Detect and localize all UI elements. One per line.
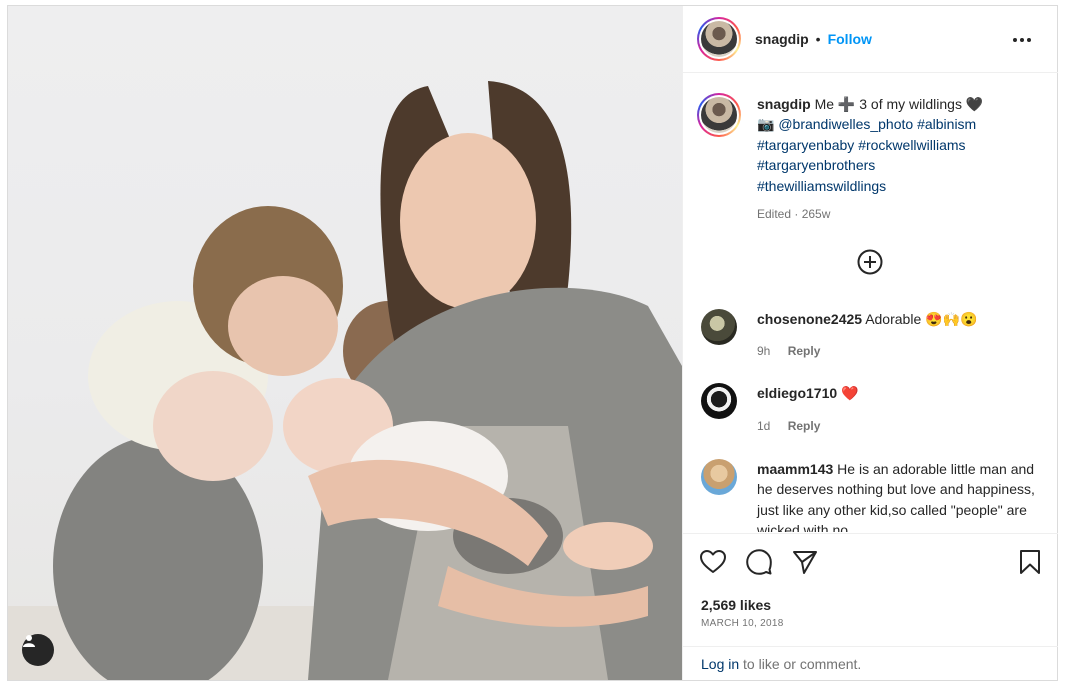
post-side-panel: snagdip • Follow snagdip Me ➕ 3 of my wi… — [682, 6, 1058, 680]
post-modal: snagdip • Follow snagdip Me ➕ 3 of my wi… — [7, 5, 1058, 681]
login-prompt: Log in to like or comment. — [683, 646, 1058, 681]
commenter-username[interactable]: maamm143 — [757, 461, 833, 477]
header-separator: • — [815, 31, 821, 47]
tagged-users-button[interactable] — [22, 634, 54, 666]
comment-item: maamm143 He is an adorable little man an… — [701, 459, 1041, 532]
more-options-icon[interactable] — [1013, 30, 1037, 50]
comment-meta: 9h Reply — [757, 344, 820, 358]
plus-emoji: ➕ — [837, 96, 856, 112]
user-tag-icon — [23, 635, 35, 647]
comments-section[interactable]: snagdip Me ➕ 3 of my wildlings 🖤 📷 @bran… — [683, 74, 1058, 532]
commenter-avatar[interactable] — [701, 309, 737, 345]
family-photo-illustration — [8, 81, 682, 680]
comment-item: eldiego1710 ❤️ 1d Reply — [701, 383, 1041, 443]
caption-meta: Edited · 265w — [757, 207, 831, 222]
comment-text: Adorable — [865, 311, 922, 327]
commenter-avatar[interactable] — [701, 459, 737, 495]
comment-emojis: 😍🙌😮 — [925, 311, 978, 327]
photographer-mention[interactable]: @brandiwelles_photo — [778, 116, 913, 132]
commenter-avatar[interactable] — [701, 383, 737, 419]
login-link[interactable]: Log in — [701, 656, 739, 672]
post-date: MARCH 10, 2018 — [701, 618, 784, 629]
comment-body: eldiego1710 ❤️ — [757, 383, 1041, 403]
likes-count[interactable]: 2,569 likes — [701, 597, 771, 613]
post-header: snagdip • Follow — [683, 6, 1058, 73]
reply-button[interactable]: Reply — [788, 344, 821, 358]
comment-body: maamm143 He is an adorable little man an… — [757, 459, 1041, 532]
plus-circle-icon[interactable] — [856, 248, 884, 276]
post-caption: snagdip Me ➕ 3 of my wildlings 🖤 📷 @bran… — [757, 94, 1037, 224]
caption-author-avatar[interactable] — [697, 93, 741, 137]
comment-body: chosenone2425 Adorable 😍🙌😮 — [757, 309, 1041, 329]
hashtag-link[interactable]: #thewilliamswildlings — [757, 178, 886, 194]
caption-text-after: 3 of my wildlings — [859, 96, 962, 112]
black-heart-emoji: 🖤 — [965, 96, 984, 112]
caption-username[interactable]: snagdip — [757, 96, 811, 112]
follow-button[interactable]: Follow — [828, 31, 872, 47]
comment-item: chosenone2425 Adorable 😍🙌😮 9h Reply — [701, 309, 1041, 369]
commenter-username[interactable]: chosenone2425 — [757, 311, 862, 327]
hashtag-link[interactable]: #rockwellwilliams — [858, 137, 965, 153]
comment-time: 1d — [757, 419, 771, 433]
hashtag-link[interactable]: #targaryenbrothers — [757, 157, 875, 173]
commenter-username[interactable]: eldiego1710 — [757, 385, 837, 401]
bookmark-icon[interactable] — [1016, 548, 1044, 576]
author-avatar[interactable] — [697, 17, 741, 61]
comment-icon[interactable] — [745, 548, 773, 576]
hashtag-link[interactable]: #albinism — [917, 116, 976, 132]
camera-emoji: 📷 — [757, 116, 775, 133]
caption-text-before: Me — [814, 96, 835, 112]
comment-meta: 1d Reply — [757, 419, 820, 433]
login-prompt-text: to like or comment. — [739, 656, 862, 672]
comment-emojis: ❤️ — [841, 385, 859, 401]
author-username[interactable]: snagdip — [755, 31, 809, 47]
heart-icon[interactable] — [699, 548, 727, 576]
share-icon[interactable] — [791, 548, 819, 576]
post-actions: 2,569 likes MARCH 10, 2018 Log in to lik… — [683, 533, 1058, 680]
comment-time: 9h — [757, 344, 771, 358]
post-photo[interactable] — [8, 6, 682, 680]
reply-button[interactable]: Reply — [788, 419, 821, 433]
hashtag-link[interactable]: #targaryenbaby — [757, 137, 854, 153]
